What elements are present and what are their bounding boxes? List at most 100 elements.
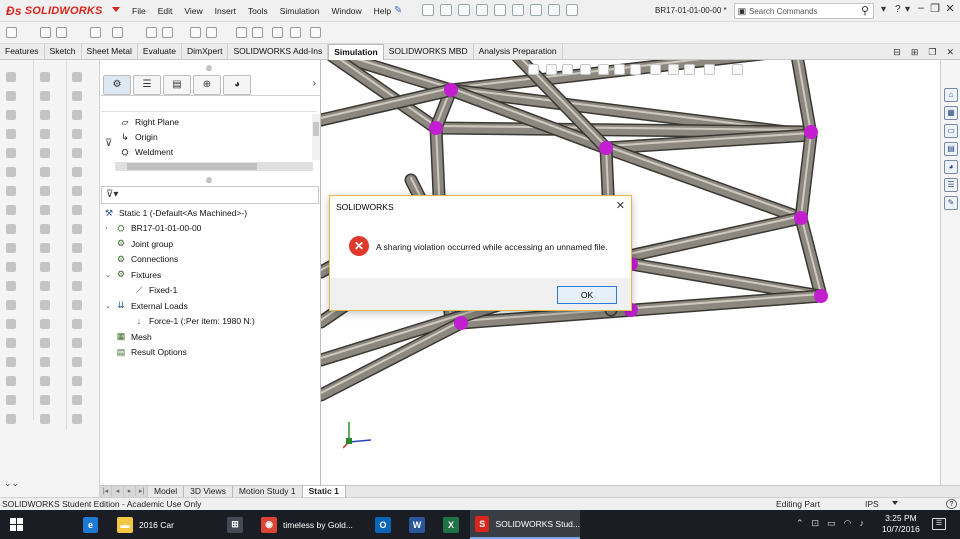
first-tab-arrow[interactable]: |◂ [100, 486, 112, 497]
search-icon[interactable]: ⚲ [861, 4, 869, 17]
taskbar-app-chrome[interactable]: ◉ timeless by Gold... [256, 510, 368, 539]
menu-item-tools[interactable]: Tools [242, 5, 274, 17]
command-icon[interactable] [6, 167, 16, 177]
close-icon[interactable]: ✕ [616, 199, 625, 212]
menu-item-view[interactable]: View [178, 5, 208, 17]
toolbar-tool-icon[interactable] [6, 27, 17, 38]
toolbar-tool-icon[interactable] [162, 27, 173, 38]
toolbar-tool-icon[interactable] [56, 27, 67, 38]
close-button[interactable]: ✕ [941, 2, 959, 18]
toolbar-tool-icon[interactable] [40, 27, 51, 38]
tab-sheet-metal[interactable]: Sheet Metal [82, 44, 138, 60]
expand-toggle-icon[interactable]: ⌄ [105, 302, 115, 310]
command-icon[interactable] [40, 395, 50, 405]
command-icon[interactable] [6, 243, 16, 253]
joint-node[interactable] [599, 141, 613, 155]
tab-dimxpert[interactable]: DimXpert [182, 44, 229, 60]
volume-icon[interactable]: ♪ [859, 518, 864, 529]
battery-icon[interactable]: ▭ [827, 518, 836, 529]
command-icon[interactable] [72, 186, 82, 196]
panel-right-icon[interactable]: ⊞ [911, 47, 919, 58]
expand-strip-icon[interactable]: ⌄⌄ [4, 478, 19, 489]
display-manager-tab[interactable]: ◕ [223, 74, 251, 95]
last-tab-arrow[interactable]: ▸| [136, 486, 148, 497]
command-icon[interactable] [72, 300, 82, 310]
help-icon[interactable]: ? [895, 4, 901, 15]
expand-toggle-icon[interactable]: › [105, 225, 115, 232]
search-box[interactable]: ▣ ⚲ [734, 3, 874, 19]
command-icon[interactable] [72, 262, 82, 272]
joint-node[interactable] [804, 125, 818, 139]
toolbar-tool-icon[interactable] [190, 27, 201, 38]
command-icon[interactable] [40, 129, 50, 139]
command-icon[interactable] [6, 186, 16, 196]
joint-node[interactable] [454, 316, 468, 330]
command-icon[interactable] [6, 91, 16, 101]
joint-node[interactable] [794, 211, 808, 225]
tree-filter-bar[interactable]: ⊽ [101, 98, 317, 149]
study-tree-item[interactable]: ⌄ ⇊ External Loads [105, 299, 188, 313]
filter-icon[interactable]: ⊽ [105, 138, 112, 149]
joint-node[interactable] [814, 289, 828, 303]
command-icon[interactable] [40, 414, 50, 424]
tree-item[interactable]: ⛭ Weldment [119, 145, 173, 159]
open-document-icon[interactable] [440, 4, 452, 16]
forum-icon[interactable]: ✎ [944, 196, 958, 210]
command-icon[interactable] [40, 205, 50, 215]
file-properties-icon[interactable] [548, 4, 560, 16]
appearances-icon[interactable]: ◕ [944, 160, 958, 174]
property-manager-tab[interactable]: ☰ [133, 74, 161, 95]
command-icon[interactable] [40, 243, 50, 253]
menu-item-help[interactable]: Help [368, 5, 397, 17]
help-icon[interactable]: ? [946, 499, 957, 509]
toolbar-tool-icon[interactable] [252, 27, 263, 38]
view-tool-icon[interactable] [684, 64, 695, 75]
menu-item-file[interactable]: File [126, 5, 152, 17]
scroll-thumb[interactable] [313, 122, 319, 136]
study-tree-item[interactable]: ⚙ Connections [105, 252, 178, 266]
clock[interactable]: 3:25 PM 10/7/2016 [882, 513, 920, 535]
command-icon[interactable] [40, 224, 50, 234]
search-dropdown-icon[interactable]: ▾ [881, 4, 886, 15]
undo-icon[interactable] [494, 4, 506, 16]
print-icon[interactable] [476, 4, 488, 16]
view-tool-icon[interactable] [562, 64, 573, 75]
study-root[interactable]: ⚒ Static 1 (-Default<As Machined>-) [103, 206, 247, 220]
study-tree-item[interactable]: ↓ Force-1 (:Per item: 1980 N:) [123, 314, 255, 328]
toolbar-tool-icon[interactable] [272, 27, 283, 38]
command-icon[interactable] [72, 319, 82, 329]
toolbar-tool-icon[interactable] [206, 27, 217, 38]
view-tool-icon[interactable] [704, 64, 715, 75]
tab-analysis-preparation[interactable]: Analysis Preparation [474, 44, 563, 60]
command-icon[interactable] [6, 395, 16, 405]
command-icon[interactable] [72, 72, 82, 82]
command-icon[interactable] [40, 167, 50, 177]
file-explorer-icon[interactable]: ▭ [944, 124, 958, 138]
view-tool-icon[interactable] [630, 64, 641, 75]
help-dropdown-icon[interactable]: ▾ [905, 4, 910, 15]
restore-view-icon[interactable]: ❐ [928, 47, 936, 58]
command-icon[interactable] [6, 72, 16, 82]
toolbar-tool-icon[interactable] [236, 27, 247, 38]
logo-dropdown-icon[interactable] [112, 7, 120, 12]
command-icon[interactable] [72, 129, 82, 139]
taskbar-app-store[interactable]: ⊞ [222, 510, 250, 539]
menu-item-insert[interactable]: Insert [209, 5, 242, 17]
command-icon[interactable] [72, 205, 82, 215]
next-tab-arrow[interactable]: ▸ [124, 486, 136, 497]
toolbar-tool-icon[interactable] [310, 27, 321, 38]
panel-left-icon[interactable]: ⊟ [893, 47, 901, 58]
study-filter-bar[interactable]: ⊽▾ [101, 186, 319, 204]
expand-toggle-icon[interactable]: ⌄ [105, 271, 115, 279]
rebuild-icon[interactable] [530, 4, 542, 16]
tab-solidworks-add-ins[interactable]: SOLIDWORKS Add-Ins [228, 44, 329, 60]
view-tool-icon[interactable] [546, 64, 557, 75]
command-icon[interactable] [72, 357, 82, 367]
command-icon[interactable] [6, 148, 16, 158]
pin-menu-icon[interactable]: ✎ [394, 5, 402, 16]
save-icon[interactable] [458, 4, 470, 16]
tab-3d-views[interactable]: 3D Views [184, 486, 233, 497]
command-icon[interactable] [6, 319, 16, 329]
new-document-icon[interactable] [422, 4, 434, 16]
command-icon[interactable] [72, 110, 82, 120]
